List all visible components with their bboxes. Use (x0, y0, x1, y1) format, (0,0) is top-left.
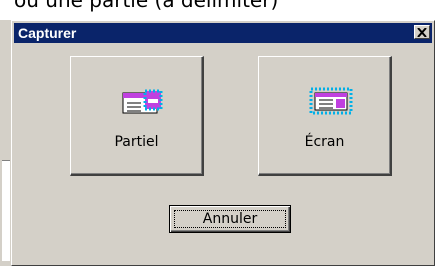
screen-capture-icon (309, 87, 353, 115)
partial-capture-icon (122, 89, 163, 114)
partial-button[interactable]: Partiel (70, 56, 204, 176)
close-button[interactable] (414, 25, 430, 39)
cancel-button-label: Annuler (174, 210, 286, 228)
cancel-button[interactable]: Annuler (169, 205, 291, 233)
close-icon (417, 27, 427, 37)
background-text: ou une partie (à délimiter) (14, 0, 279, 12)
screen-button[interactable]: Écran (258, 56, 392, 176)
dialog-titlebar[interactable]: Capturer (14, 23, 432, 43)
background-panel-inner (2, 160, 10, 261)
partial-button-label: Partiel (114, 134, 159, 150)
dialog-title: Capturer (18, 25, 77, 41)
capture-dialog: Capturer Partiel Écran Annuler (11, 20, 435, 266)
screen-button-label: Écran (304, 134, 345, 150)
